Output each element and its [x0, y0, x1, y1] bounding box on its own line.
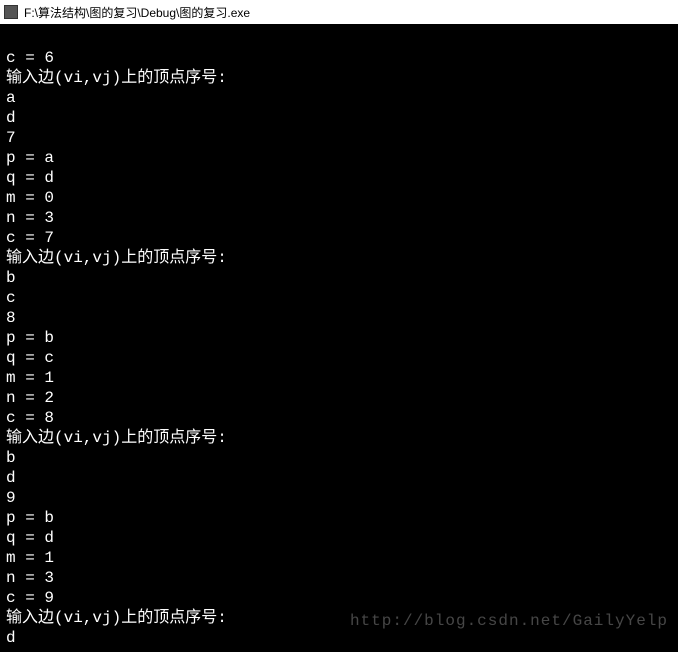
console-line: n = 2	[6, 388, 672, 408]
console-line: 输入边(vi,vj)上的顶点序号:	[6, 608, 672, 628]
console-line: m = 1	[6, 368, 672, 388]
window-titlebar[interactable]: F:\算法结构\图的复习\Debug\图的复习.exe	[0, 0, 678, 24]
app-icon	[4, 5, 18, 19]
console-line: q = d	[6, 528, 672, 548]
console-line: c	[6, 288, 672, 308]
console-line: c = 6	[6, 48, 672, 68]
console-line: d	[6, 108, 672, 128]
console-line: q = d	[6, 168, 672, 188]
console-line: p = a	[6, 148, 672, 168]
console-output: c = 6输入边(vi,vj)上的顶点序号:ad7p = aq = dm = 0…	[0, 24, 678, 652]
console-line: n = 3	[6, 208, 672, 228]
console-line: 输入边(vi,vj)上的顶点序号:	[6, 248, 672, 268]
console-line: c = 9	[6, 588, 672, 608]
console-line: 输入边(vi,vj)上的顶点序号:	[6, 68, 672, 88]
console-line: p = b	[6, 508, 672, 528]
console-line: 8	[6, 308, 672, 328]
console-line: p = b	[6, 328, 672, 348]
console-line: 7	[6, 128, 672, 148]
console-line: n = 3	[6, 568, 672, 588]
console-line	[6, 28, 672, 48]
console-line: q = c	[6, 348, 672, 368]
window-title: F:\算法结构\图的复习\Debug\图的复习.exe	[24, 4, 250, 21]
console-line: m = 0	[6, 188, 672, 208]
console-line: d	[6, 628, 672, 648]
console-line: b	[6, 268, 672, 288]
console-line: b	[6, 448, 672, 468]
console-line: a	[6, 88, 672, 108]
console-line: c = 8	[6, 408, 672, 428]
console-line: 9	[6, 488, 672, 508]
console-line: d	[6, 468, 672, 488]
console-line: 输入边(vi,vj)上的顶点序号:	[6, 428, 672, 448]
console-line: c = 7	[6, 228, 672, 248]
console-line: m = 1	[6, 548, 672, 568]
